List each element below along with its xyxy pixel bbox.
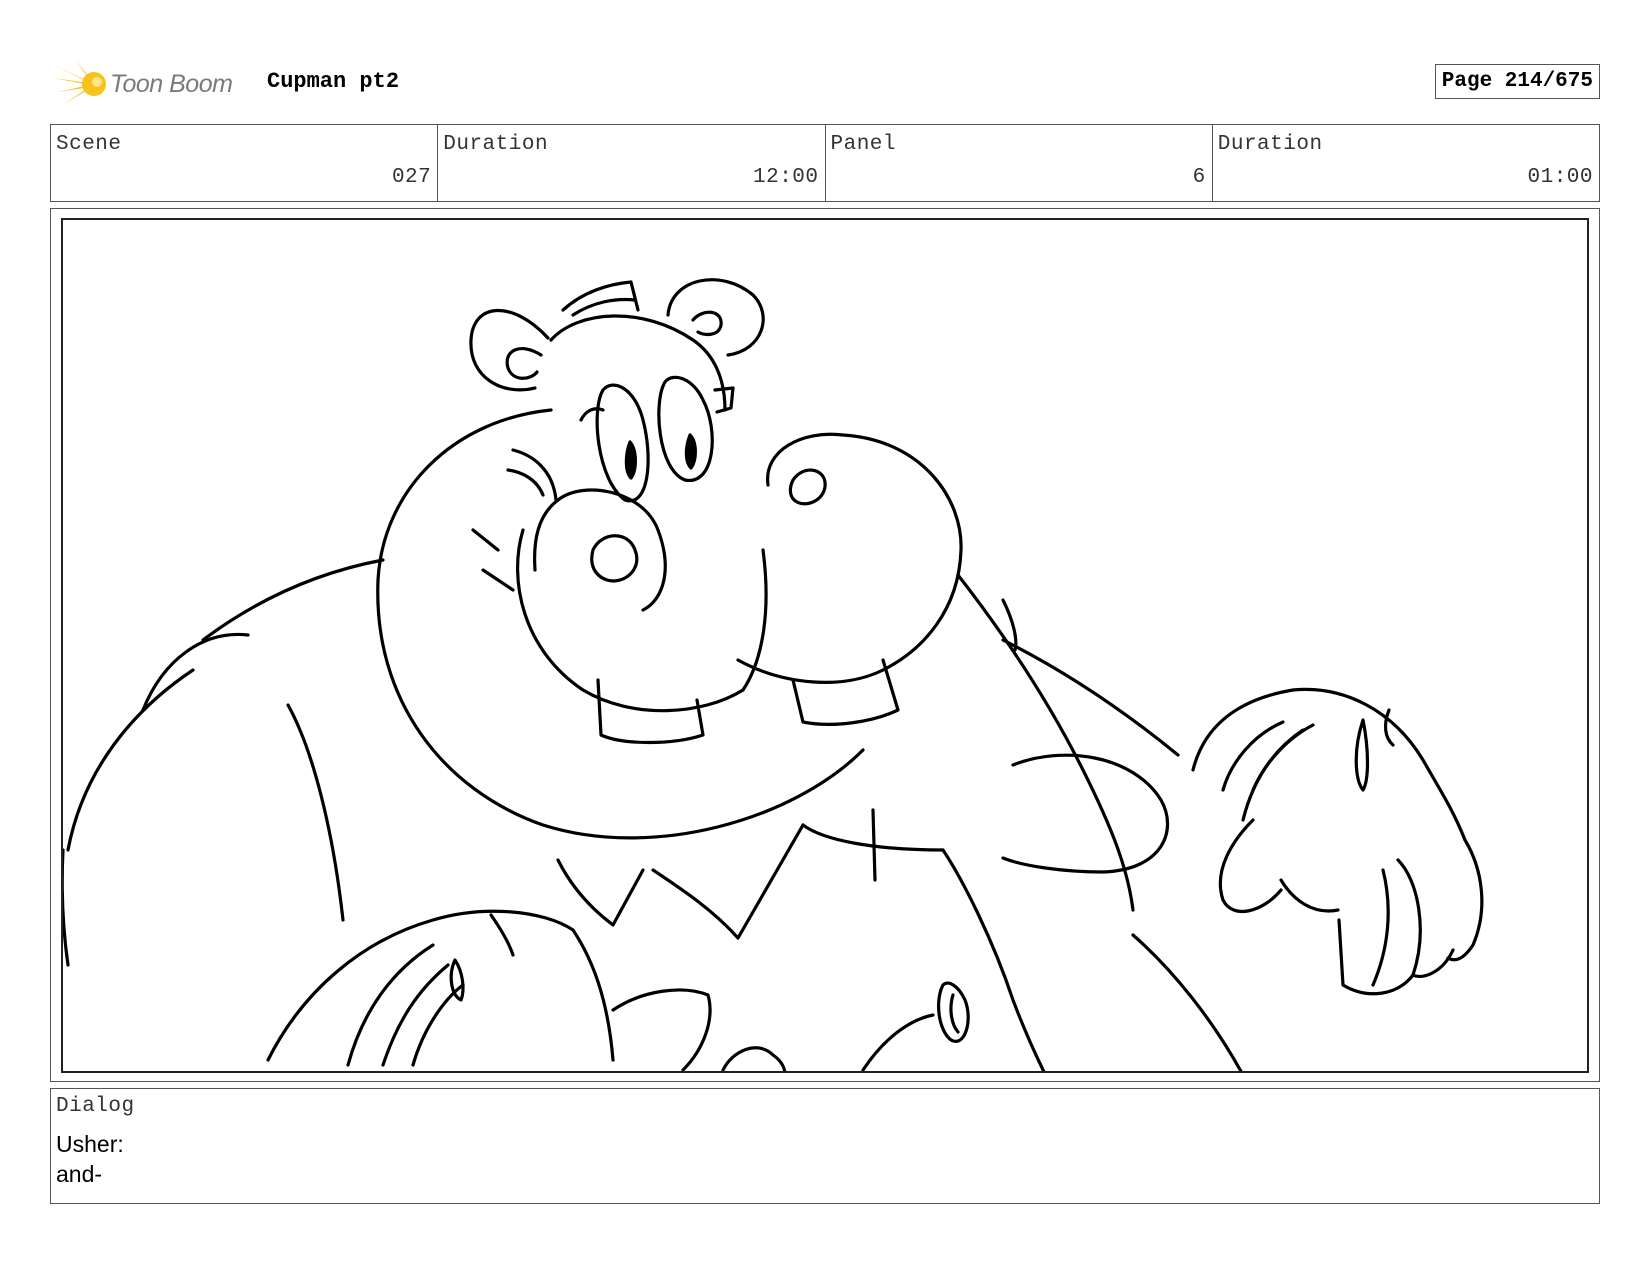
scene-duration-label: Duration: [443, 133, 549, 156]
dialog-line: and-: [56, 1161, 103, 1187]
scene-label: Scene: [56, 133, 122, 156]
dialog-label: Dialog: [56, 1095, 135, 1118]
panel-duration-value: 01:00: [1527, 166, 1593, 189]
page-header: Toon Boom Cupman pt2 Page 214/675: [52, 58, 1600, 108]
panel-cell: Panel 6: [826, 125, 1213, 201]
panel-duration-cell: Duration 01:00: [1213, 125, 1599, 201]
project-title: Cupman pt2: [267, 69, 400, 94]
panel-frame: [50, 208, 1600, 1082]
scene-cell: Scene 027: [51, 125, 439, 201]
page-number: Page 214/675: [1434, 64, 1600, 99]
dialog-text: Usher: and-: [56, 1129, 124, 1189]
logo-text: Toon Boom: [110, 70, 233, 98]
panel-duration-label: Duration: [1217, 133, 1323, 156]
hippo-sketch-drawing: [63, 278, 1484, 1071]
dialog-box: Dialog Usher: and-: [50, 1088, 1600, 1204]
dialog-line: Usher:: [56, 1131, 124, 1157]
panel-value: 6: [1192, 166, 1206, 189]
starburst-icon: [54, 60, 106, 104]
toon-boom-logo: Toon Boom: [54, 58, 254, 110]
panel-image: [61, 218, 1589, 1073]
scene-duration-value: 12:00: [752, 166, 819, 189]
scene-duration-cell: Duration 12:00: [438, 125, 826, 201]
scene-info-row: Scene 027 Duration 12:00 Panel 6 Duratio…: [50, 124, 1600, 202]
panel-label: Panel: [830, 133, 897, 156]
scene-value: 027: [391, 166, 432, 189]
